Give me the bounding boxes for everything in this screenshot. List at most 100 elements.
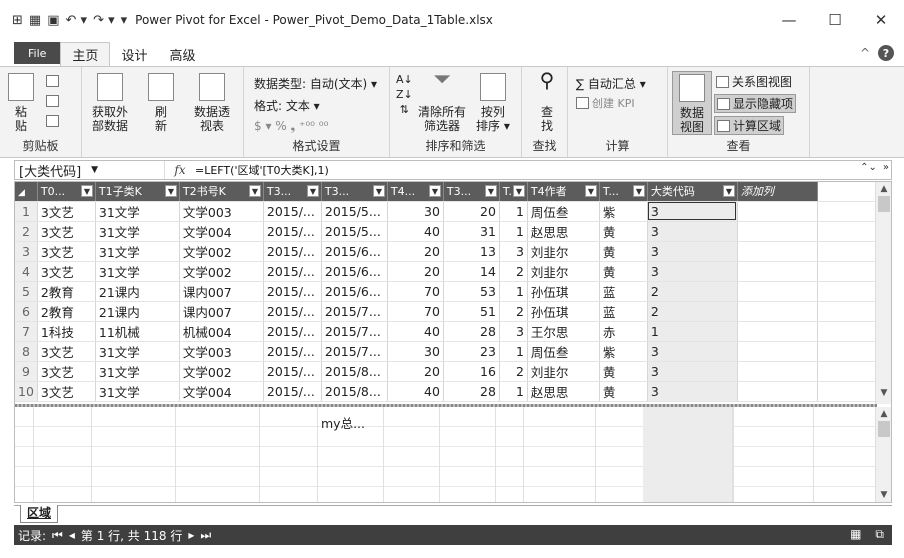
table-cell[interactable]: 3文艺 [37, 241, 96, 262]
table-cell[interactable]: 30 [387, 201, 444, 222]
table-cell[interactable]: 1 [499, 381, 528, 402]
table-cell[interactable]: 53 [443, 281, 500, 302]
column-filter-icon[interactable]: ▼ [632, 185, 645, 197]
table-cell[interactable]: 2 [647, 301, 738, 322]
table-cell[interactable]: 2015/7... [321, 321, 388, 342]
table-cell[interactable]: 1 [499, 201, 528, 222]
number-format-buttons[interactable]: $ ▾ % ❟ ⁺⁰⁰ ⁰⁰ [254, 119, 328, 134]
table-cell[interactable]: 课内007 [179, 281, 264, 302]
table-cell[interactable]: 3 [499, 321, 528, 342]
table-cell[interactable]: 16 [443, 361, 500, 382]
column-filter-icon[interactable]: ▼ [306, 185, 319, 197]
table-cell[interactable]: 黄 [599, 241, 648, 262]
table-cell[interactable]: 40 [387, 381, 444, 402]
table-cell[interactable]: 3 [647, 201, 738, 222]
calculation-area-button[interactable]: 计算区域 [714, 116, 785, 135]
table-cell[interactable]: 28 [443, 321, 500, 342]
table-cell[interactable]: 3 [647, 221, 738, 242]
scroll-down-icon[interactable]: ▼ [876, 386, 891, 400]
formula-input[interactable]: =LEFT('区域'[T0大类K],1) [195, 162, 329, 178]
empty-cell[interactable] [817, 281, 882, 302]
table-scrollbar[interactable]: ▲ ▼ [875, 182, 891, 404]
table-cell[interactable]: 3文艺 [37, 341, 96, 362]
table-cell[interactable]: 14 [443, 261, 500, 282]
diagram-view-status-icon[interactable]: ⧉ [875, 527, 884, 542]
table-cell[interactable]: 赤 [599, 321, 648, 342]
empty-cell[interactable] [817, 261, 882, 282]
get-external-data-button[interactable]: 获取外 部数据 [92, 73, 128, 133]
undo-icon[interactable]: ↶ ▾ [66, 13, 88, 28]
table-cell[interactable]: 20 [387, 261, 444, 282]
maximize-button[interactable]: ☐ [812, 0, 858, 40]
select-all-corner[interactable]: ◢ [15, 182, 38, 202]
calc-area-scrollbar[interactable]: ▲ ▼ [875, 407, 891, 502]
table-cell[interactable]: 文学004 [179, 221, 264, 242]
table-cell[interactable]: 3文艺 [37, 221, 96, 242]
column-filter-icon[interactable]: ▼ [80, 185, 93, 197]
add-column-cell[interactable] [737, 381, 818, 402]
copy-icon[interactable] [46, 75, 59, 87]
add-column-cell[interactable] [737, 201, 818, 222]
sort-buttons[interactable]: A↓ Z↓ ⇅ [396, 73, 413, 116]
table-row[interactable]: 4 3文艺 31文学 文学002 2015/... 2015/6... 20 14 2 刘韭尔黄 3 [15, 261, 889, 282]
table-cell[interactable]: 2 [499, 361, 528, 382]
diagram-view-button[interactable]: 关系图视图 [716, 73, 792, 90]
table-cell[interactable]: 3文艺 [37, 261, 96, 282]
row-number[interactable]: 10 [15, 381, 38, 402]
table-cell[interactable]: 2015/5... [321, 201, 388, 222]
column-header[interactable]: T... ▼ [599, 182, 648, 202]
measure-cell[interactable]: my总... [321, 413, 365, 432]
find-button[interactable]: ⚲ 查 找 [534, 70, 560, 133]
table-cell[interactable]: 文学003 [179, 341, 264, 362]
table-cell[interactable]: 2015/... [263, 321, 322, 342]
clear-filters-button[interactable]: ⏷ 清除所有 筛选器 [418, 69, 466, 134]
table-cell[interactable]: 文学003 [179, 201, 264, 222]
paste-button[interactable]: 粘 贴 [8, 73, 34, 133]
create-kpi-button[interactable]: 创建 KPI [576, 95, 635, 111]
table-cell[interactable]: 31文学 [95, 261, 180, 282]
add-column-cell[interactable] [737, 261, 818, 282]
table-cell[interactable]: 2015/7... [321, 341, 388, 362]
tab-design[interactable]: 设计 [110, 42, 158, 66]
customize-icon[interactable]: ▾ [121, 13, 128, 28]
column-filter-icon[interactable]: ▼ [512, 185, 525, 197]
table-cell[interactable]: 文学002 [179, 361, 264, 382]
grid-view-icon[interactable]: ▦ [850, 527, 861, 542]
expand-formula-icon[interactable]: » [883, 162, 889, 173]
table-cell[interactable]: 1 [499, 341, 528, 362]
column-header[interactable]: T2书号K ▼ [179, 182, 264, 202]
table-cell[interactable]: 3文艺 [37, 201, 96, 222]
table-row[interactable]: 10 3文艺 31文学 文学004 2015/... 2015/8... 40 28 1 赵思思黄… [15, 381, 889, 402]
collapse-ribbon-icon[interactable]: ^ [860, 46, 870, 60]
sort-desc-icon[interactable]: Z↓ [396, 88, 413, 101]
add-column-cell[interactable] [737, 361, 818, 382]
table-cell[interactable]: 黄 [599, 361, 648, 382]
column-header[interactable]: 大类代码 ▼ [647, 182, 738, 202]
data-view-button[interactable]: 数据 视图 [672, 71, 712, 135]
table-cell[interactable]: 2015/... [263, 301, 322, 322]
first-record-icon[interactable]: ⏮ [52, 528, 63, 543]
empty-cell[interactable] [817, 301, 882, 322]
tab-file[interactable]: File [14, 42, 61, 64]
column-name-box[interactable]: [大类代码] ▼ [15, 161, 165, 180]
table-cell[interactable]: 30 [387, 341, 444, 362]
table-row[interactable]: 9 3文艺 31文学 文学002 2015/... 2015/8... 20 16 2 刘韭尔黄 3 [15, 361, 889, 382]
table-cell[interactable]: 2015/8... [321, 361, 388, 382]
help-icon[interactable]: ? [878, 45, 894, 61]
table-cell[interactable]: 3 [647, 261, 738, 282]
add-column-cell[interactable] [737, 341, 818, 362]
table-cell[interactable]: 文学002 [179, 241, 264, 262]
table-cell[interactable]: 机械004 [179, 321, 264, 342]
row-number[interactable]: 9 [15, 361, 38, 382]
table-cell[interactable]: 赵思思 [527, 221, 600, 242]
column-header[interactable]: T0... ▼ [37, 182, 96, 202]
row-number[interactable]: 4 [15, 261, 38, 282]
table-cell[interactable]: 赵思思 [527, 381, 600, 402]
table-cell[interactable]: 3 [647, 241, 738, 262]
table-cell[interactable]: 1 [647, 321, 738, 342]
table-cell[interactable]: 1科技 [37, 321, 96, 342]
table-cell[interactable]: 3 [647, 341, 738, 362]
table-cell[interactable]: 2015/... [263, 381, 322, 402]
sort-asc-icon[interactable]: A↓ [396, 73, 413, 86]
table-row[interactable]: 5 2教育 21课内 课内007 2015/... 2015/6... 70 53 1 孙伍琪蓝 2 [15, 281, 889, 302]
